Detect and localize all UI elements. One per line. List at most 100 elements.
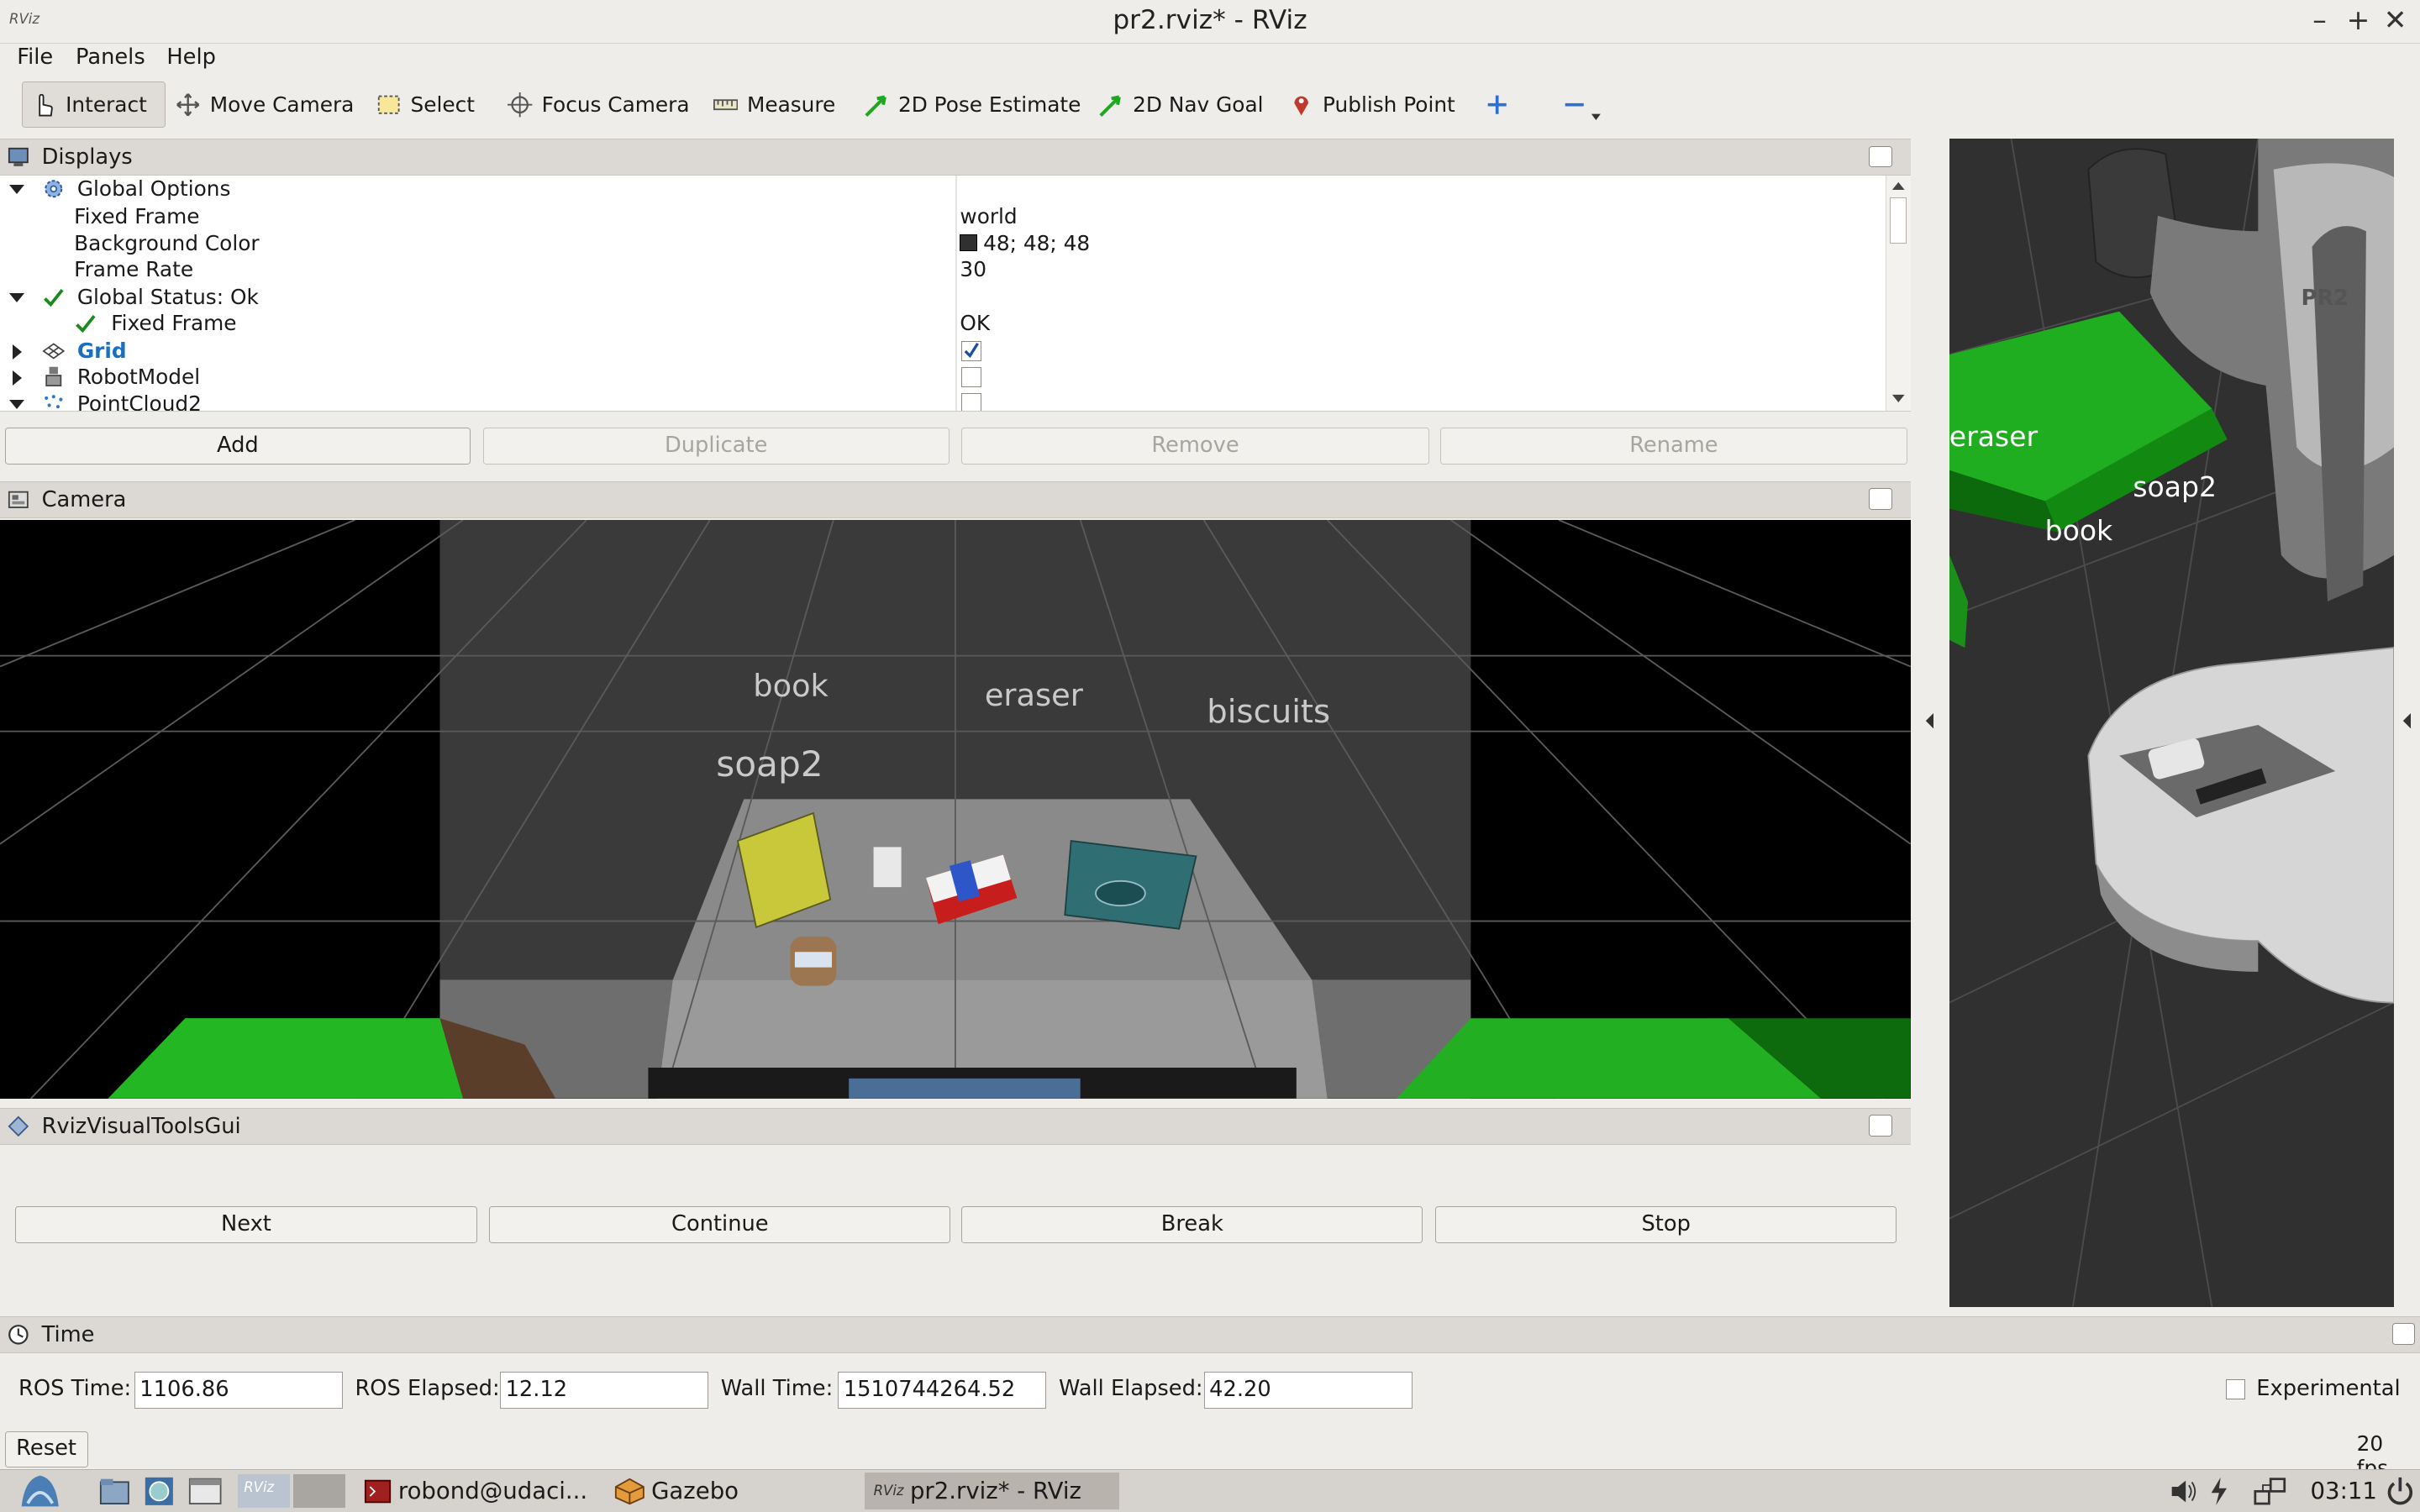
dropdown-arrow-icon xyxy=(1591,113,1601,121)
tree-row-global-options[interactable]: Global Options xyxy=(0,176,1886,202)
continue-button[interactable]: Continue xyxy=(489,1206,951,1244)
tree-row-robot-model[interactable]: RobotModel xyxy=(0,364,1886,390)
window-icon[interactable] xyxy=(188,1476,222,1507)
toolbar: Interact Move Camera Select Focus Camera… xyxy=(0,77,2420,136)
camera-undock-button[interactable] xyxy=(1869,488,1892,511)
tree-row-status-fixed-frame[interactable]: Fixed Frame OK xyxy=(0,310,1886,336)
rename-display-button[interactable]: Rename xyxy=(1439,427,1908,465)
close-button[interactable]: ✕ xyxy=(2378,3,2412,36)
ros-time-field[interactable]: 1106.86 xyxy=(134,1371,343,1409)
view-splitter[interactable] xyxy=(1914,139,1948,1306)
tree-row-grid[interactable]: Grid xyxy=(0,338,1886,364)
power-icon[interactable] xyxy=(2385,1476,2416,1507)
grid-enabled-checkbox[interactable] xyxy=(961,340,982,361)
minimize-button[interactable]: – xyxy=(2302,3,2336,36)
time-undock-button[interactable] xyxy=(2391,1323,2416,1345)
scroll-up-icon[interactable] xyxy=(1891,181,1906,192)
expand-arrow-icon[interactable] xyxy=(9,292,25,302)
pointcloud-label: PointCloud2 xyxy=(76,391,202,412)
task-gazebo-label: Gazebo xyxy=(651,1478,739,1505)
nav-goal-tool-button[interactable]: 2D Nav Goal xyxy=(1090,81,1273,128)
task-rviz-label: pr2.rviz* - RViz xyxy=(909,1478,1081,1505)
frame-rate-value[interactable]: 30 xyxy=(960,256,986,282)
robot-model-checkbox[interactable] xyxy=(961,367,982,387)
volume-icon[interactable] xyxy=(2169,1478,2200,1505)
desktop-pager-1[interactable]: RViz xyxy=(237,1474,291,1509)
displays-tree: Global Options Fixed Frame world Backgro… xyxy=(0,176,1911,412)
side-label-soap2: soap2 xyxy=(2133,470,2217,504)
scroll-down-icon[interactable] xyxy=(1891,393,1906,404)
interact-label: Interact xyxy=(66,92,147,118)
remove-display-button[interactable]: Remove xyxy=(961,427,1429,465)
gazebo-icon xyxy=(614,1478,644,1504)
tree-row-background-color[interactable]: Background Color 48; 48; 48 xyxy=(0,230,1886,256)
interact-tool-button[interactable]: Interact xyxy=(21,81,166,129)
rviz-tools-undock-button[interactable] xyxy=(1869,1115,1892,1137)
measure-tool-button[interactable]: Measure xyxy=(704,81,845,128)
wall-elapsed-field[interactable]: 42.20 xyxy=(1203,1371,1413,1409)
diamond-icon xyxy=(8,1116,29,1137)
green-arrow-icon xyxy=(1099,95,1121,118)
displays-scrollbar[interactable] xyxy=(1886,176,1911,411)
network-icon[interactable] xyxy=(2254,1476,2287,1507)
browser-icon[interactable] xyxy=(144,1476,175,1507)
menu-panels[interactable]: Panels xyxy=(76,43,145,71)
pointcloud-checkbox[interactable] xyxy=(961,393,982,411)
expand-arrow-icon[interactable] xyxy=(9,399,25,409)
select-tool-button[interactable]: Select xyxy=(367,81,484,128)
tree-row-global-status[interactable]: Global Status: Ok xyxy=(0,284,1886,310)
menu-file[interactable]: File xyxy=(17,43,53,71)
reset-button[interactable]: Reset xyxy=(4,1431,88,1467)
background-color-value-cell[interactable]: 48; 48; 48 xyxy=(960,230,1090,256)
add-tool-button[interactable] xyxy=(1476,81,1518,128)
power-bolt-icon[interactable] xyxy=(2208,1476,2230,1507)
duplicate-display-button[interactable]: Duplicate xyxy=(482,427,950,465)
background-color-label: Background Color xyxy=(74,230,260,255)
move-camera-tool-button[interactable]: Move Camera xyxy=(166,81,363,128)
collapse-arrow-icon[interactable] xyxy=(12,344,22,360)
rviz-task-icon: RViz xyxy=(873,1483,904,1499)
side-3d-view[interactable]: PR2 eraser soap2 book xyxy=(1949,139,2394,1307)
maximize-button[interactable]: + xyxy=(2341,3,2375,36)
remove-tool-button[interactable] xyxy=(1553,81,1612,128)
tree-row-frame-rate[interactable]: Frame Rate 30 xyxy=(0,256,1886,282)
break-button[interactable]: Break xyxy=(961,1206,1423,1244)
start-menu-icon[interactable] xyxy=(18,1473,61,1509)
desktop-pager-2[interactable] xyxy=(292,1474,346,1509)
expand-arrow-icon[interactable] xyxy=(9,185,25,195)
terminal-icon xyxy=(365,1479,392,1504)
global-status-label: Global Status: Ok xyxy=(76,284,259,309)
collapse-arrow-icon[interactable] xyxy=(12,370,22,386)
publish-point-tool-button[interactable]: Publish Point xyxy=(1280,81,1465,128)
tree-row-pointcloud[interactable]: PointCloud2 xyxy=(0,391,1886,412)
camera-view[interactable]: book eraser biscuits soap2 xyxy=(0,519,1911,1099)
select-rectangle-icon xyxy=(377,95,400,114)
task-gazebo[interactable]: Gazebo xyxy=(614,1473,854,1509)
fixed-frame-value[interactable]: world xyxy=(960,203,1017,229)
experimental-label: Experimental xyxy=(2256,1376,2401,1402)
status-fixed-frame-value: OK xyxy=(960,311,991,336)
camera-label-eraser: eraser xyxy=(984,677,1083,714)
menu-help[interactable]: Help xyxy=(166,43,216,71)
next-button[interactable]: Next xyxy=(15,1206,477,1244)
pointcloud-icon xyxy=(44,394,63,411)
right-splitter[interactable] xyxy=(2394,139,2420,1306)
pose-estimate-tool-button[interactable]: 2D Pose Estimate xyxy=(855,81,1091,128)
wall-time-field[interactable]: 1510744264.52 xyxy=(838,1371,1047,1409)
task-terminal[interactable]: robond@udaci... xyxy=(364,1473,596,1509)
experimental-checkbox[interactable] xyxy=(2225,1379,2246,1399)
ros-elapsed-field[interactable]: 12.12 xyxy=(500,1371,709,1409)
file-manager-icon[interactable] xyxy=(99,1476,130,1507)
displays-undock-button[interactable] xyxy=(1869,145,1892,168)
task-rviz[interactable]: RViz pr2.rviz* - RViz xyxy=(864,1473,1119,1510)
collapse-left-arrow-icon[interactable] xyxy=(2402,712,2412,728)
taskbar: RViz robond@udaci... Gazebo RViz pr2.rvi… xyxy=(0,1468,2420,1512)
tree-row-fixed-frame[interactable]: Fixed Frame world xyxy=(0,203,1886,229)
focus-camera-tool-button[interactable]: Focus Camera xyxy=(498,81,698,128)
displays-panel-header: Displays xyxy=(0,139,1911,176)
collapse-left-arrow-icon[interactable] xyxy=(1924,712,1935,728)
stop-button[interactable]: Stop xyxy=(1435,1206,1897,1244)
scroll-thumb[interactable] xyxy=(1890,197,1907,244)
add-display-button[interactable]: Add xyxy=(4,427,471,465)
rviz-tools-title: RvizVisualToolsGui xyxy=(41,1113,241,1139)
